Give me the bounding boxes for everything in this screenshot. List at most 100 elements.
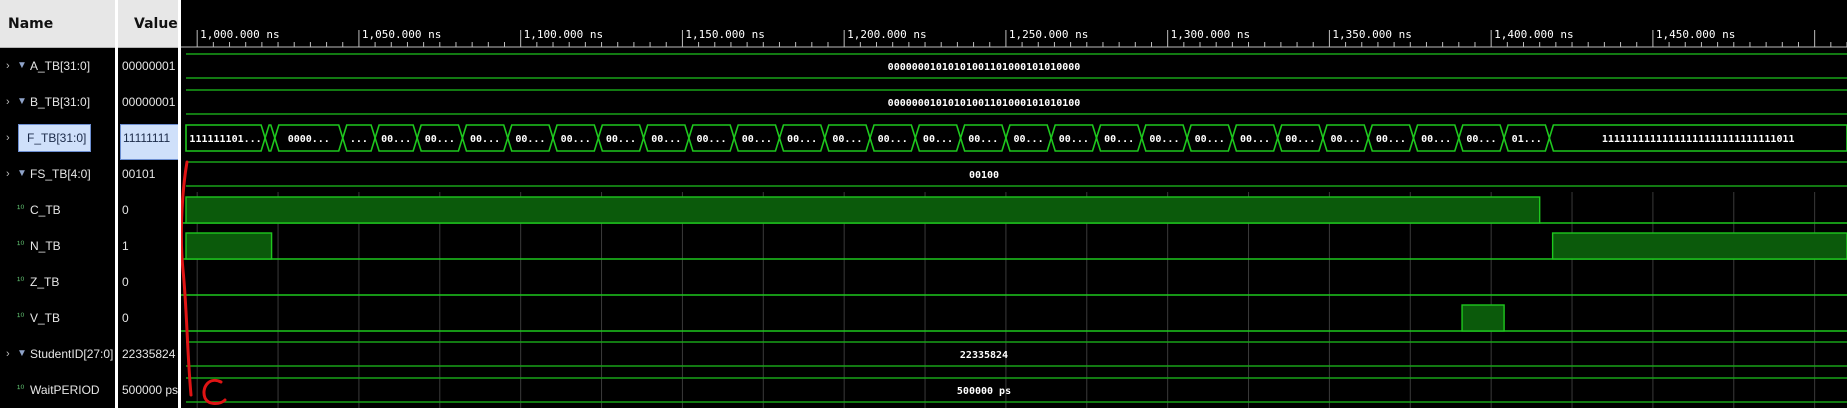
signal-value: 500000 ps bbox=[122, 383, 178, 397]
bus-segment-label: 00... bbox=[1149, 134, 1179, 145]
bus-segment-label: ... bbox=[350, 134, 368, 145]
signal-value: 0 bbox=[122, 311, 129, 325]
expand-chevron-icon[interactable]: › bbox=[6, 120, 10, 156]
ruler-label: 1,200.000 ns bbox=[847, 28, 926, 41]
signal-row[interactable]: › ▼ StudentID[27:0] bbox=[0, 336, 115, 372]
ruler-label: 1,250.000 ns bbox=[1009, 28, 1088, 41]
bus-value-label: 00000001010101001101000101010000 bbox=[888, 62, 1081, 73]
signal-name-pane: Name › ▼ A_TB[31:0] › ▼ B_TB[31:0] › F_TB[31:0]… bbox=[0, 0, 115, 408]
annotation-c-mark bbox=[202, 379, 227, 405]
bus-segment-label: 00... bbox=[923, 134, 953, 145]
bus-segment-label: 00... bbox=[381, 134, 411, 145]
bus-segment-label: 00... bbox=[1104, 134, 1134, 145]
signal-name: B_TB[31:0] bbox=[30, 95, 91, 109]
signal-value: 1 bbox=[122, 239, 129, 253]
bus-value-label: 00100 bbox=[969, 170, 999, 181]
bus-segment-label: 00... bbox=[878, 134, 908, 145]
bus-segment-label: 00... bbox=[1240, 134, 1270, 145]
bus-segment-label: 00... bbox=[470, 134, 500, 145]
signal-value: 00000001 bbox=[122, 95, 176, 109]
bus-segment-label: 00... bbox=[606, 134, 636, 145]
bus-segment-label: 00... bbox=[1421, 134, 1451, 145]
bus-segment-label: 00... bbox=[832, 134, 862, 145]
bus-value-label: 22335824 bbox=[960, 350, 1008, 361]
bus-segment-label: 00... bbox=[1331, 134, 1361, 145]
signal-row[interactable]: › F_TB[31:0] bbox=[0, 120, 115, 156]
ruler-label: 1,400.000 ns bbox=[1494, 28, 1573, 41]
bus-segment-label: 00... bbox=[787, 134, 817, 145]
bus-icon: ▼ bbox=[17, 168, 27, 179]
bus-segment-label: 00... bbox=[1059, 134, 1089, 145]
signal-name: StudentID[27:0] bbox=[30, 347, 114, 361]
signal-row[interactable]: ¹⁰ Z_TB bbox=[0, 264, 115, 300]
ruler-label: 1,150.000 ns bbox=[685, 28, 764, 41]
bus-segment-label: 11111111111111111111111111111011 bbox=[1602, 134, 1795, 145]
signal-value: 0 bbox=[122, 275, 129, 289]
signal-name: V_TB bbox=[30, 311, 61, 325]
signal-name: C_TB bbox=[30, 203, 61, 217]
bus-segment-label: 00... bbox=[651, 134, 681, 145]
bus-segment-label: 00... bbox=[696, 134, 726, 145]
signal-row[interactable]: ¹⁰ C_TB bbox=[0, 192, 115, 228]
bus-icon: ▼ bbox=[17, 348, 27, 359]
signal-value: 00101 bbox=[122, 167, 156, 181]
bus-value-label: 500000 ps bbox=[957, 386, 1011, 397]
bus-segment bbox=[264, 124, 276, 152]
bus-value-label: 00000001010101001101000101010100 bbox=[888, 98, 1081, 109]
signal-row[interactable]: ¹⁰ N_TB bbox=[0, 228, 115, 264]
bus-segment-label: 00... bbox=[561, 134, 591, 145]
expand-chevron-icon[interactable]: › bbox=[6, 156, 10, 192]
signal-value-pane: Value 00000001 00000001 11111111 00101 0 1 0 0 2… bbox=[118, 0, 178, 408]
ruler-label: 1,050.000 ns bbox=[362, 28, 441, 41]
signal-row[interactable]: ¹⁰ WaitPERIOD bbox=[0, 372, 115, 408]
bit-high-pulse bbox=[185, 196, 1541, 224]
signal-value: 0 bbox=[122, 203, 129, 217]
bus-segment-label: 00... bbox=[1466, 134, 1496, 145]
ruler-label: 1,300.000 ns bbox=[1171, 28, 1250, 41]
signal-name: F_TB[31:0] bbox=[18, 124, 92, 152]
expand-chevron-icon[interactable]: › bbox=[6, 84, 10, 120]
expand-chevron-icon[interactable]: › bbox=[6, 336, 10, 372]
ruler-label: 1,350.000 ns bbox=[1332, 28, 1411, 41]
name-column-header[interactable]: Name bbox=[0, 0, 115, 48]
ruler-label: 1,100.000 ns bbox=[524, 28, 603, 41]
bus-segment-label: 00... bbox=[968, 134, 998, 145]
signal-name: A_TB[31:0] bbox=[30, 59, 91, 73]
bus-icon: ▼ bbox=[17, 96, 27, 107]
bus-segment-label: 00... bbox=[742, 134, 772, 145]
bus-segment-label: 00... bbox=[1285, 134, 1315, 145]
bus-segment-label: 00... bbox=[425, 134, 455, 145]
signal-row[interactable]: › ▼ B_TB[31:0] bbox=[0, 84, 115, 120]
signal-name: N_TB bbox=[30, 239, 61, 253]
bit-high-pulse bbox=[1461, 304, 1505, 332]
ruler-label: 1,000.000 ns bbox=[200, 28, 279, 41]
signal-value: 00000001 bbox=[122, 59, 176, 73]
waveform-canvas[interactable]: 1,000.000 ns 1,050.000 ns 1,100.000 ns 1,15… bbox=[181, 0, 1847, 408]
bit-high-pulse bbox=[1551, 232, 1847, 260]
bus-segment-label: 00... bbox=[1014, 134, 1044, 145]
bus-segment-label: 0000... bbox=[288, 134, 330, 145]
bus-segment-label: 00... bbox=[1195, 134, 1225, 145]
signal-row[interactable]: › ▼ A_TB[31:0] bbox=[0, 48, 115, 84]
signal-row[interactable]: ¹⁰ V_TB bbox=[0, 300, 115, 336]
value-column-header[interactable]: Value bbox=[118, 0, 178, 48]
signal-value: 11111111 bbox=[120, 124, 178, 160]
bus-segment-label: 00... bbox=[1376, 134, 1406, 145]
signal-value: 22335824 bbox=[122, 347, 176, 361]
ruler-label: 1,450.000 ns bbox=[1656, 28, 1735, 41]
bit-icon: ¹⁰ bbox=[17, 240, 25, 251]
bus-icon: ▼ bbox=[17, 60, 27, 71]
signal-name: WaitPERIOD bbox=[30, 383, 100, 397]
bus-segment-label: 00... bbox=[515, 134, 545, 145]
bit-icon: ¹⁰ bbox=[17, 276, 25, 287]
bus-segment-label: 01... bbox=[1512, 134, 1542, 145]
bit-icon: ¹⁰ bbox=[17, 204, 25, 215]
bit-icon: ¹⁰ bbox=[17, 384, 25, 395]
bit-icon: ¹⁰ bbox=[17, 312, 25, 323]
bit-high-pulse bbox=[185, 232, 273, 260]
signal-row[interactable]: › ▼ FS_TB[4:0] bbox=[0, 156, 115, 192]
signal-name: FS_TB[4:0] bbox=[30, 167, 91, 181]
bus-segment-label: 111111101... bbox=[189, 134, 261, 145]
signal-name: Z_TB bbox=[30, 275, 60, 289]
expand-chevron-icon[interactable]: › bbox=[6, 48, 10, 84]
